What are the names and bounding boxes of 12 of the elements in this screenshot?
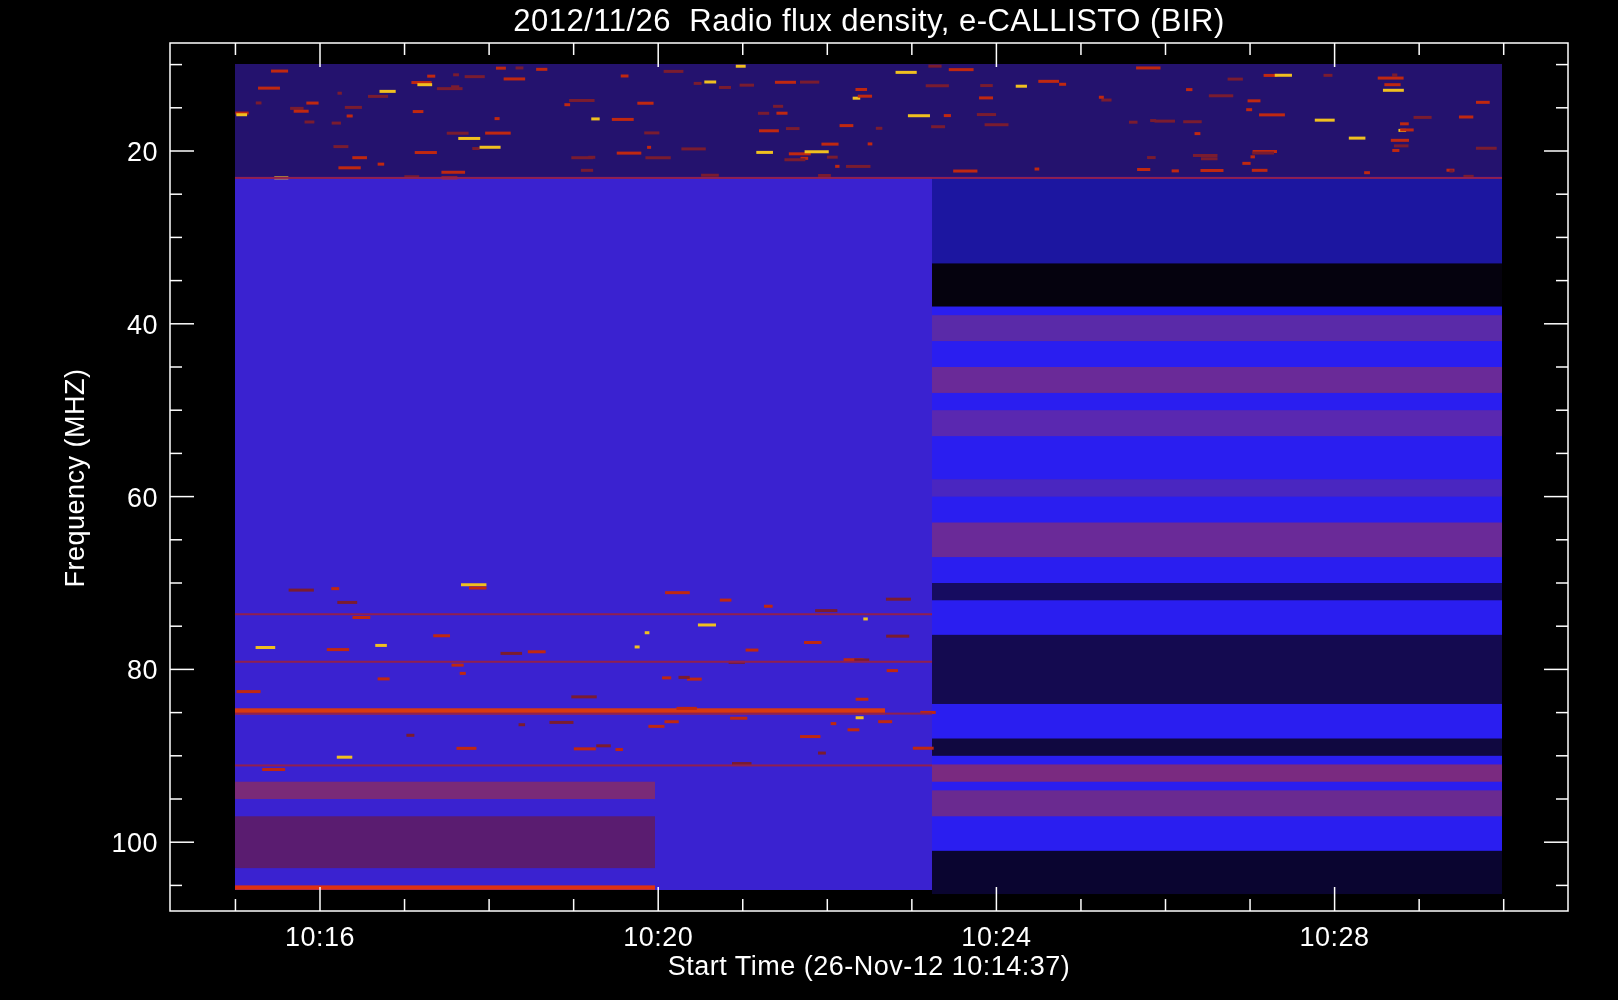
tick-label: 60 [126, 482, 158, 513]
tick-label: 10:16 [284, 922, 356, 952]
tick-label: 10:20 [623, 922, 694, 952]
axis-label: Frequency (MHZ) [60, 368, 90, 588]
axis-label: Start Time (26-Nov-12 10:14:37) [667, 951, 1071, 981]
tick-label: 40 [126, 309, 158, 340]
tick-label: 80 [126, 655, 158, 686]
tick-label: 100 [111, 828, 158, 859]
chart-title: 2012/11/26 Radio flux density, e-CALLISTO (BIR) [513, 3, 1225, 38]
tick-label: 10:28 [1299, 922, 1370, 952]
tick-label: 20 [126, 137, 158, 167]
tick-label: 10:24 [961, 922, 1032, 952]
